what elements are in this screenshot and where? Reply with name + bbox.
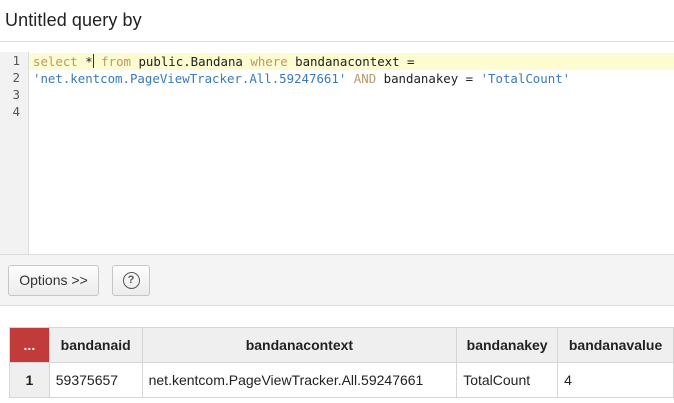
results-table: ... bandanaid bandanacontext bandanakey … xyxy=(9,327,674,398)
query-title[interactable]: Untitled query by xyxy=(5,10,142,31)
line-number: 2 xyxy=(12,70,20,85)
line-number: 4 xyxy=(12,104,20,119)
column-header-bandanaid[interactable]: bandanaid xyxy=(48,327,143,363)
row-menu-button[interactable]: ... xyxy=(9,327,50,363)
table-cell[interactable]: 59375657 xyxy=(48,362,143,398)
code-line-2[interactable]: 'net.kentcom.PageViewTracker.All.5924766… xyxy=(29,70,674,87)
line-number: 3 xyxy=(12,87,20,102)
query-editor-app: Untitled query by 1 2 3 4 select * from … xyxy=(0,0,674,403)
results-header-row: ... bandanaid bandanacontext bandanakey … xyxy=(9,327,674,363)
sql-identifier: bandanakey = xyxy=(376,71,481,86)
sql-string: 'net.kentcom.PageViewTracker.All.5924766… xyxy=(33,71,347,86)
sql-identifier: public.Bandana xyxy=(131,54,251,69)
table-cell[interactable]: net.kentcom.PageViewTracker.All.59247661 xyxy=(141,362,458,398)
column-header-bandanavalue[interactable]: bandanavalue xyxy=(557,327,674,363)
column-header-bandanakey[interactable]: bandanakey xyxy=(456,327,559,363)
code-line-4[interactable] xyxy=(29,104,674,121)
line-number-gutter: 1 2 3 4 xyxy=(0,52,29,254)
table-cell[interactable]: 4 xyxy=(557,362,674,398)
sql-identifier: bandanacontext = xyxy=(287,54,415,69)
help-icon: ? xyxy=(122,271,140,289)
sql-keyword: AND xyxy=(346,71,377,86)
help-button[interactable]: ? xyxy=(112,265,150,296)
code-line-3[interactable] xyxy=(29,87,674,104)
line-number: 1 xyxy=(12,53,20,68)
code-line-1[interactable]: select * from public.Bandana where banda… xyxy=(29,53,674,70)
sql-string: 'TotalCount' xyxy=(480,71,571,86)
sql-token: * xyxy=(77,54,93,69)
sql-keyword: from xyxy=(93,54,131,69)
title-bar: Untitled query by xyxy=(0,0,674,42)
editor-toolbar: Options >> ? xyxy=(0,254,674,306)
table-cell[interactable]: TotalCount xyxy=(456,362,559,398)
options-button[interactable]: Options >> xyxy=(8,265,99,296)
sql-keyword: select xyxy=(33,54,78,69)
column-header-bandanacontext[interactable]: bandanacontext xyxy=(141,327,458,363)
sql-keyword: where xyxy=(250,54,288,69)
table-row[interactable]: 1 59375657 net.kentcom.PageViewTracker.A… xyxy=(9,362,674,398)
sql-editor[interactable]: 1 2 3 4 select * from public.Bandana whe… xyxy=(0,52,674,254)
row-number: 1 xyxy=(9,362,50,398)
